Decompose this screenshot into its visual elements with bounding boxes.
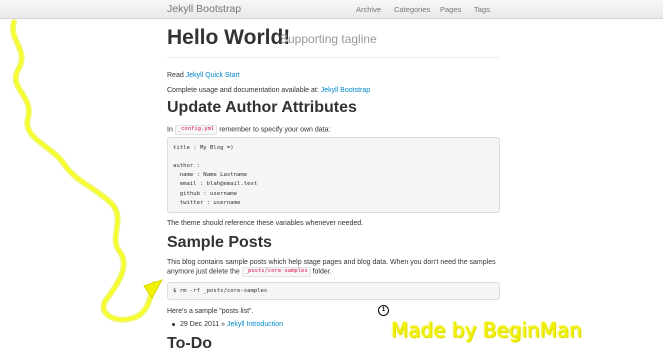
step-marker: 1 [378, 305, 389, 316]
yellow-annotation-arrow [9, 19, 164, 323]
watermark-text: Made by BeginMan [391, 318, 582, 342]
arrow-head [143, 279, 164, 299]
